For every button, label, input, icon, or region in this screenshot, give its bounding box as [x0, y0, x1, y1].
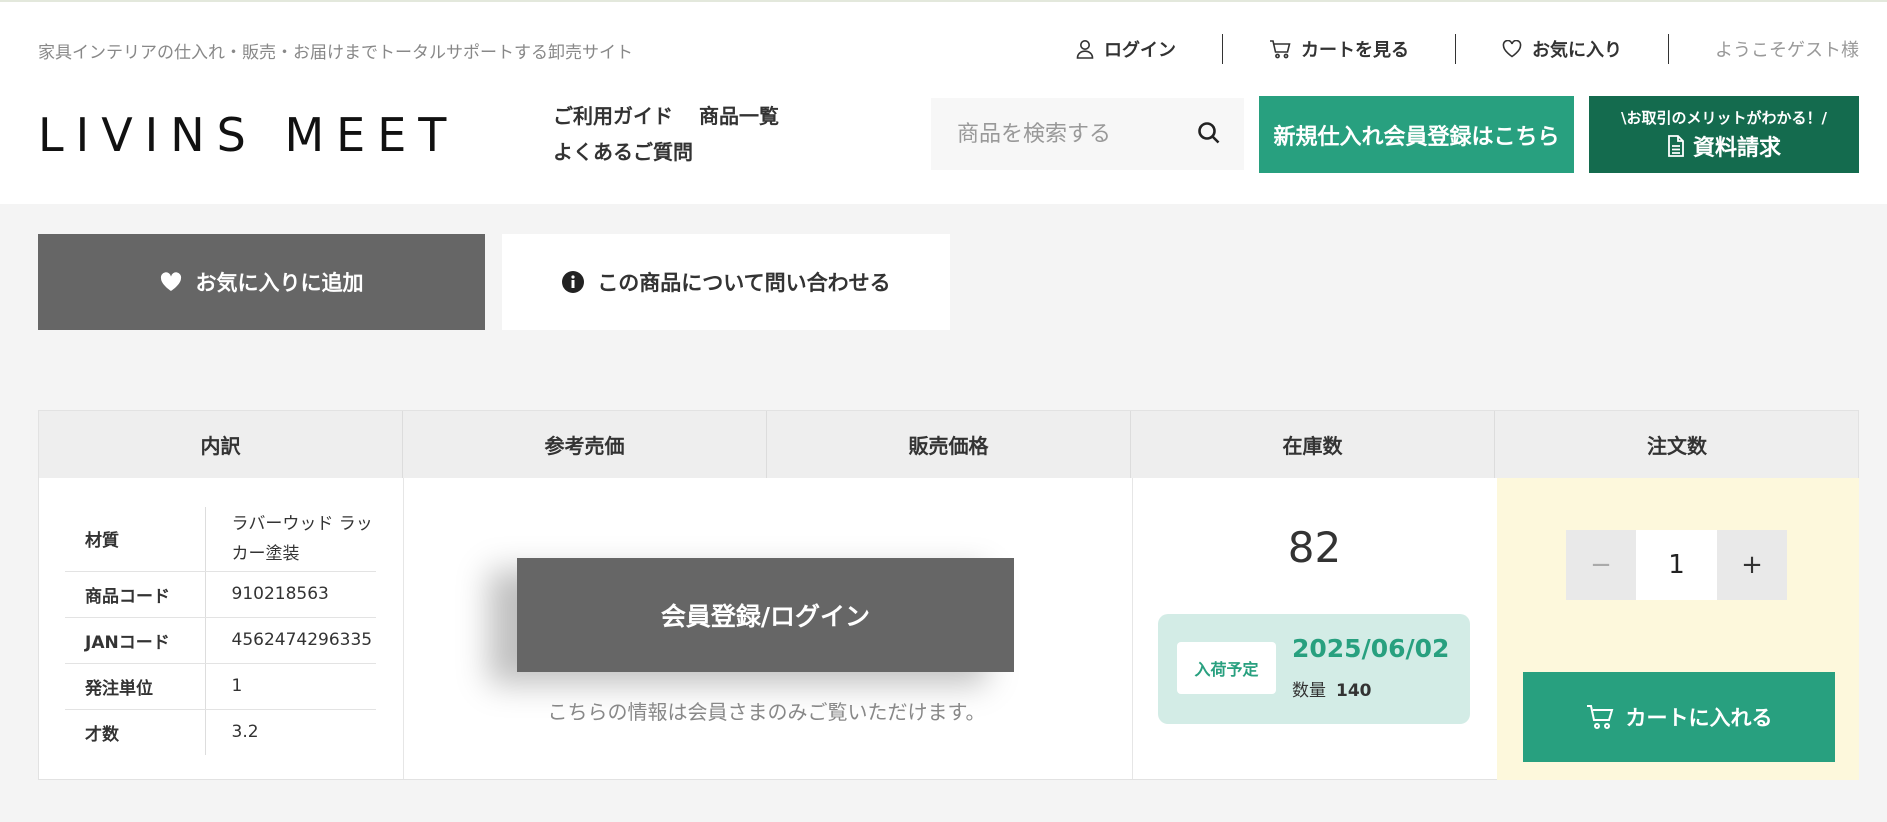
welcome-text: ようこそゲスト様 — [1715, 40, 1859, 61]
documents-button-subtext: \お取引のメリットがわかる！/ — [1621, 109, 1827, 127]
search-box — [931, 98, 1244, 170]
add-to-cart-button[interactable]: カートに入れる — [1523, 672, 1835, 762]
divider — [1455, 34, 1456, 64]
product-inquiry-label: この商品について問い合わせる — [597, 271, 891, 295]
product-detail-table: 内訳 参考売価 販売価格 在庫数 注文数 材質 ラバーウッド ラッカー塗装 商品… — [38, 410, 1859, 780]
heart-outline-icon — [1502, 40, 1522, 58]
nav-faq[interactable]: よくあるご質問 — [553, 138, 693, 166]
order-area: − + カートに入れる — [1497, 478, 1859, 780]
cart-icon — [1586, 705, 1613, 729]
quantity-stepper: − + — [1566, 530, 1787, 600]
spec-row: 材質 ラバーウッド ラッカー塗装 — [65, 507, 376, 572]
members-only-note: こちらの情報は会員さまのみご覧いただけます。 — [547, 700, 986, 724]
arrival-badge: 入荷予定 — [1177, 642, 1276, 694]
search-icon — [1198, 122, 1220, 144]
spec-key: 材質 — [65, 507, 206, 572]
document-icon — [1668, 135, 1684, 157]
spec-row: 才数 3.2 — [65, 709, 376, 755]
spec-value: ラバーウッド ラッカー塗装 — [205, 507, 376, 572]
cart-icon — [1270, 40, 1291, 59]
favorites-link[interactable]: お気に入り — [1502, 36, 1622, 62]
heart-icon — [160, 272, 181, 291]
spec-key: 商品コード — [65, 571, 206, 618]
view-cart-link[interactable]: カートを見る — [1269, 36, 1409, 62]
spec-key: 才数 — [65, 709, 206, 755]
header-reference-price: 参考売価 — [403, 411, 767, 478]
search-button[interactable] — [1196, 120, 1222, 150]
arrival-quantity: 数量 140 — [1292, 676, 1372, 701]
stock-count: 82 — [1287, 523, 1342, 572]
nav-guide[interactable]: ご利用ガイド — [553, 102, 673, 130]
site-tagline: 家具インテリアの仕入れ・販売・お届けまでトータルサポートする卸売サイト — [38, 43, 633, 63]
add-to-cart-label: カートに入れる — [1625, 706, 1773, 730]
spec-row: 発注単位 1 — [65, 663, 376, 710]
documents-button-label-wrap: 資料請求 — [1667, 130, 1781, 162]
increase-quantity-button[interactable]: + — [1717, 530, 1787, 600]
spec-table: 材質 ラバーウッド ラッカー塗装 商品コード 910218563 JANコード … — [65, 507, 376, 755]
documents-button-label: 資料請求 — [1692, 136, 1781, 161]
table-header-row: 内訳 参考売価 販売価格 在庫数 注文数 — [39, 411, 1858, 478]
arrival-quantity-value: 140 — [1336, 681, 1372, 701]
header-order-quantity: 注文数 — [1647, 434, 1707, 458]
spec-value: 910218563 — [205, 571, 376, 618]
header-sale-price: 販売価格 — [767, 411, 1131, 478]
main-nav: ご利用ガイド 商品一覧 よくあるご質問 — [553, 102, 813, 174]
header-breakdown: 内訳 — [39, 411, 403, 478]
spec-value: 4562474296335 — [205, 617, 376, 664]
spec-key: 発注単位 — [65, 663, 206, 710]
nav-products[interactable]: 商品一覧 — [699, 102, 779, 130]
info-icon — [562, 271, 585, 293]
arrival-schedule: 入荷予定 2025/06/02 数量 140 — [1158, 614, 1470, 724]
site-header: 家具インテリアの仕入れ・販売・お届けまでトータルサポートする卸売サイト ログイン… — [0, 0, 1887, 204]
header-stock: 在庫数 — [1131, 411, 1495, 478]
decrease-quantity-button[interactable]: − — [1566, 530, 1636, 600]
spec-row: 商品コード 910218563 — [65, 571, 376, 618]
divider — [1222, 34, 1223, 64]
search-input[interactable] — [931, 121, 1181, 147]
price-area: 会員登録/ログイン こちらの情報は会員さまのみご覧いただけます。 — [403, 478, 1130, 779]
user-icon — [1076, 40, 1094, 59]
add-to-favorites-button[interactable]: お気に入りに追加 — [38, 234, 485, 330]
request-documents-button[interactable]: \お取引のメリットがわかる！/ 資料請求 — [1589, 96, 1859, 173]
spec-value: 3.2 — [231, 722, 259, 743]
product-inquiry-button[interactable]: この商品について問い合わせる — [502, 234, 950, 330]
view-cart-label: カートを見る — [1301, 40, 1409, 61]
register-login-button[interactable]: 会員登録/ログイン — [517, 558, 1014, 672]
utility-nav: ログイン カートを見る お気に入り ようこそゲスト様 — [1076, 34, 1859, 64]
arrival-quantity-label: 数量 — [1292, 681, 1326, 701]
divider — [1668, 34, 1669, 64]
add-to-favorites-label: お気に入りに追加 — [195, 271, 364, 295]
site-logo[interactable]: LIVINS MEET — [38, 112, 458, 158]
quantity-input[interactable] — [1636, 530, 1717, 600]
favorites-label: お気に入り — [1532, 40, 1622, 61]
spec-value: 1 — [205, 663, 376, 710]
arrival-date: 2025/06/02 — [1292, 634, 1450, 663]
spec-key: JANコード — [65, 617, 206, 664]
login-link-label: ログイン — [1104, 40, 1176, 61]
member-register-button[interactable]: 新規仕入れ会員登録はこちら — [1259, 96, 1574, 173]
spec-row: JANコード 4562474296335 — [65, 617, 376, 664]
login-link[interactable]: ログイン — [1076, 36, 1176, 62]
